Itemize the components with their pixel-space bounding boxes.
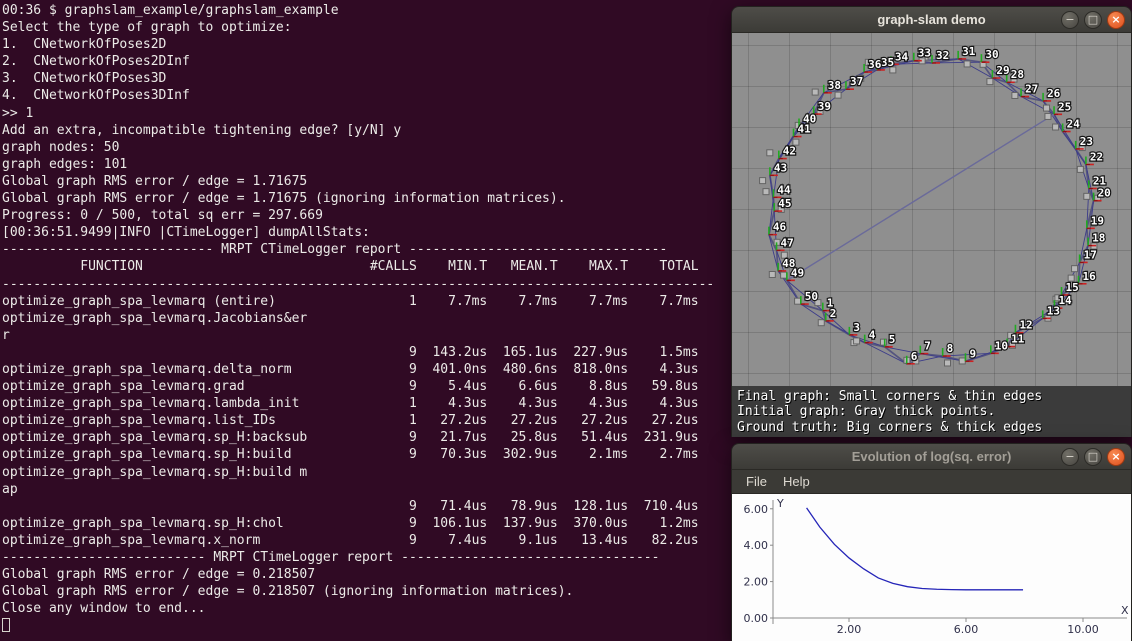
svg-text:4: 4 [869,329,876,342]
svg-text:27: 27 [1025,83,1038,96]
svg-text:46: 46 [773,221,787,234]
svg-text:20: 20 [1098,187,1111,200]
svg-text:24: 24 [1067,118,1081,131]
svg-text:42: 42 [783,145,796,158]
svg-text:29: 29 [996,64,1009,77]
svg-text:30: 30 [985,48,998,61]
svg-text:9: 9 [969,347,976,360]
svg-text:10: 10 [995,339,1008,352]
maximize-icon[interactable]: □ [1084,448,1102,466]
svg-text:45: 45 [778,197,791,210]
svg-text:32: 32 [936,49,949,62]
close-icon[interactable]: × [1107,11,1125,29]
svg-text:10.00: 10.00 [1067,623,1099,636]
svg-text:43: 43 [774,161,787,174]
plot-axes: Y X 6.00 4.00 2.00 0.00 2.00 6.00 10.00 [744,497,1130,636]
minimize-icon[interactable]: − [1061,11,1079,29]
svg-text:11: 11 [1011,333,1025,346]
svg-text:39: 39 [818,100,831,113]
error-curve [807,508,1023,590]
svg-text:6: 6 [911,350,918,363]
svg-text:25: 25 [1058,100,1071,113]
svg-text:38: 38 [828,79,841,92]
svg-text:34: 34 [895,50,909,63]
graph-legend-overlay: Final graph: Small corners & thin edgesI… [732,386,1132,437]
svg-text:0.00: 0.00 [744,612,769,625]
graph-canvas-svg: 1234567891011121314151617181920212223242… [732,33,1132,437]
svg-text:5: 5 [889,333,896,346]
svg-text:14: 14 [1058,294,1072,307]
svg-text:8: 8 [947,342,954,355]
minimize-icon[interactable]: − [1061,448,1079,466]
svg-text:37: 37 [850,75,863,88]
terminal-cursor [2,618,10,632]
legend-line: Initial graph: Gray thick points. [737,404,1128,419]
plot-window-controls: − □ × [1061,448,1125,466]
svg-text:44: 44 [777,183,791,196]
svg-text:18: 18 [1092,232,1105,245]
svg-text:7: 7 [924,340,931,353]
svg-text:26: 26 [1047,87,1061,100]
svg-text:35: 35 [881,56,894,69]
svg-text:23: 23 [1080,135,1093,148]
svg-text:31: 31 [962,45,976,58]
svg-text:16: 16 [1083,270,1097,283]
plot-window-titlebar[interactable]: Evolution of log(sq. error) − □ × [732,444,1131,470]
svg-text:6.00: 6.00 [954,623,979,636]
legend-line: Ground truth: Big corners & thick edges [737,420,1128,435]
plot-menubar: FileHelp [732,470,1131,494]
svg-text:50: 50 [805,290,818,303]
svg-text:49: 49 [791,266,804,279]
svg-text:2.00: 2.00 [837,623,862,636]
svg-text:19: 19 [1091,214,1104,227]
legend-line: Final graph: Small corners & thin edges [737,389,1128,404]
svg-text:12: 12 [1019,319,1032,332]
svg-text:21: 21 [1093,174,1107,187]
svg-text:47: 47 [781,236,794,249]
plot-area[interactable]: Y X 6.00 4.00 2.00 0.00 2.00 6.00 10.00 [732,494,1132,641]
svg-text:17: 17 [1084,248,1097,261]
menu-item-file[interactable]: File [738,472,775,491]
svg-text:22: 22 [1090,150,1103,163]
svg-text:33: 33 [918,47,931,60]
plot-svg: Y X 6.00 4.00 2.00 0.00 2.00 6.00 10.00 [732,494,1132,641]
graph-3d-viewport[interactable]: 1234567891011121314151617181920212223242… [732,33,1132,437]
error-plot-window: Evolution of log(sq. error) − □ × FileHe… [731,443,1132,641]
svg-text:2: 2 [830,307,837,320]
close-icon[interactable]: × [1107,448,1125,466]
svg-text:6.00: 6.00 [744,503,769,516]
svg-text:X: X [1121,604,1129,617]
graph-window-controls: − □ × [1061,11,1125,29]
svg-text:2.00: 2.00 [744,576,769,589]
svg-text:36: 36 [868,58,882,71]
svg-text:15: 15 [1066,281,1079,294]
svg-text:3: 3 [853,321,860,334]
svg-text:Y: Y [776,497,784,510]
svg-text:4.00: 4.00 [744,539,769,552]
desktop: 00:36 $ graphslam_example/graphslam_exam… [0,0,1132,641]
plot-window-title: Evolution of log(sq. error) [852,449,1012,464]
graph-window-titlebar[interactable]: graph-slam demo − □ × [732,7,1131,33]
maximize-icon[interactable]: □ [1084,11,1102,29]
graph-slam-window: graph-slam demo − □ × 123456789101112131… [731,6,1132,437]
svg-text:28: 28 [1011,68,1024,81]
graph-window-title: graph-slam demo [877,12,985,27]
svg-text:41: 41 [798,123,812,136]
menu-item-help[interactable]: Help [775,472,818,491]
